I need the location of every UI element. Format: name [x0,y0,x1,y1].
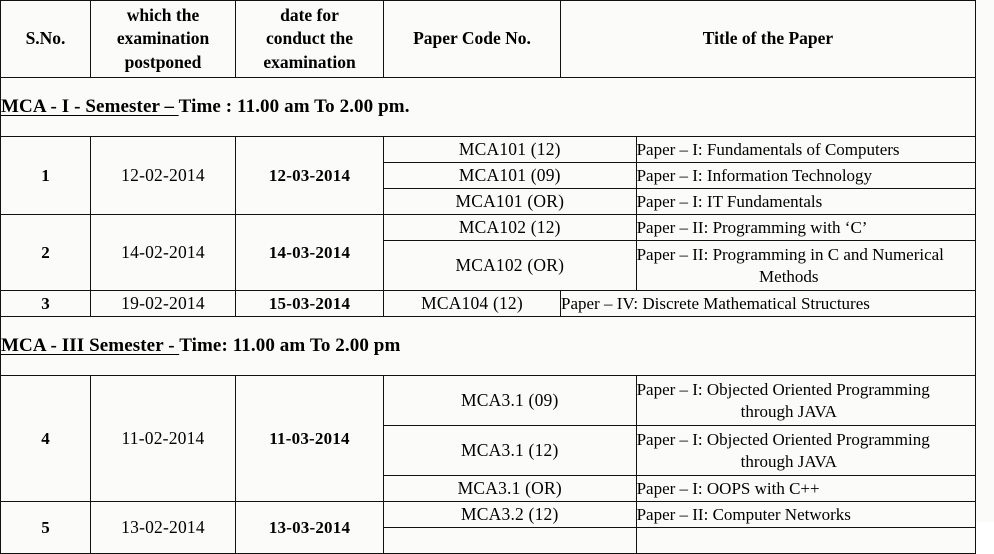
papers-subtable: MCA3.2 (12) Paper – II: Computer Network… [384,502,975,553]
table-header-row: S.No. which the examination postponed da… [0,0,976,78]
row-sno: 5 [0,501,91,554]
row-postponed-date: 19-02-2014 [90,290,236,317]
paper-subrow: MCA3.1 (12) Paper – I: Objected Oriented… [384,425,975,476]
row-papers: MCA3.2 (12) Paper – II: Computer Network… [383,501,976,554]
paper-title: Paper – II: Computer Networks [636,502,975,528]
row-papers: MCA101 (12) Paper – I: Fundamentals of C… [383,136,976,215]
row-papers: MCA3.1 (09) Paper – I: Objected Oriented… [383,375,976,502]
paper-title: Paper – I: Objected Oriented Programming… [636,376,975,426]
header-paper-title: Title of the Paper [560,0,976,78]
paper-code: MCA3.1 (12) [384,425,637,476]
paper-title: Paper – II: Programming with ‘C’ [636,215,975,241]
header-paper-code: Paper Code No. [383,0,561,78]
paper-code: MCA3.1 (OR) [384,475,637,501]
paper-title: Paper – I: Fundamentals of Computers [636,137,975,163]
paper-subrow: MCA3.1 (09) Paper – I: Objected Oriented… [384,376,975,426]
paper-code: MCA3.1 (09) [384,376,637,426]
header-new-date: date for conduct the examination [235,0,384,78]
paper-title [636,527,975,553]
paper-title: Paper – I: IT Fundamentals [636,188,975,214]
paper-title-line2: through JAVA [740,451,837,471]
section-banner-cell: MCA - III Semester - Time: 11.00 am To 2… [0,316,976,376]
paper-title: Paper – II: Programming in C and Numeric… [636,240,975,290]
paper-title-line2: through JAVA [740,401,837,421]
paper-code: MCA104 (12) [383,290,561,317]
section-title: MCA - III Semester - Time: 11.00 am To 2… [1,335,400,356]
row-new-date: 12-03-2014 [235,136,384,215]
paper-subrow: MCA102 (12) Paper – II: Programming with… [384,215,975,241]
header-postponed-date: which the examination postponed [90,0,236,78]
row-new-date: 15-03-2014 [235,290,384,317]
table-row: 3 19-02-2014 15-03-2014 MCA104 (12) Pape… [0,290,976,317]
paper-subrow: MCA101 (OR) Paper – I: IT Fundamentals [384,188,975,214]
paper-title: Paper – I: Objected Oriented Programming… [636,425,975,476]
paper-title-line1: Paper – II: Programming in C and Numeric… [636,244,944,264]
table-row: 2 14-02-2014 14-03-2014 MCA102 (12) Pape… [0,214,976,291]
paper-code: MCA3.2 (12) [384,502,637,528]
paper-code: MCA102 (OR) [384,240,637,290]
paper-code: MCA101 (12) [384,137,637,163]
paper-code: MCA101 (OR) [384,188,637,214]
row-sno: 2 [0,214,91,291]
row-new-date: 13-03-2014 [235,501,384,554]
section-title-plain: Time: 11.00 am To 2.00 pm [179,335,401,356]
paper-subrow: MCA3.2 (12) Paper – II: Computer Network… [384,502,975,528]
paper-code: MCA102 (12) [384,215,637,241]
row-sno: 1 [0,136,91,215]
paper-code: MCA101 (09) [384,162,637,189]
section-banner-cell: MCA - I - Semester – Time : 11.00 am To … [0,77,976,137]
paper-subrow: MCA101 (12) Paper – I: Fundamentals of C… [384,137,975,163]
row-sno: 3 [0,290,91,317]
paper-subrow: MCA3.1 (OR) Paper – I: OOPS with C++ [384,475,975,501]
section-banner-mca-iii: MCA - III Semester - Time: 11.00 am To 2… [0,316,976,376]
section-title-underlined: MCA - I - Semester – [1,96,179,117]
row-postponed-date: 12-02-2014 [90,136,236,215]
header-sno: S.No. [0,0,91,78]
row-sno: 4 [0,375,91,502]
row-new-date: 11-03-2014 [235,375,384,502]
section-title-plain: Time : 11.00 am To 2.00 pm. [178,96,410,117]
table-row: 4 11-02-2014 11-03-2014 MCA3.1 (09) Pape… [0,375,976,502]
paper-title: Paper – I: Information Technology [636,162,975,189]
paper-title: Paper – IV: Discrete Mathematical Struct… [560,290,976,317]
row-papers: MCA102 (12) Paper – II: Programming with… [383,214,976,291]
paper-subrow [384,527,975,553]
papers-subtable: MCA102 (12) Paper – II: Programming with… [384,215,975,290]
row-new-date: 14-03-2014 [235,214,384,291]
table-row: 1 12-02-2014 12-03-2014 MCA101 (12) Pape… [0,136,976,215]
paper-title-line2: Methods [759,266,819,286]
section-banner-mca-i: MCA - I - Semester – Time : 11.00 am To … [0,77,976,137]
papers-subtable: MCA3.1 (09) Paper – I: Objected Oriented… [384,376,975,501]
paper-subrow: MCA102 (OR) Paper – II: Programming in C… [384,240,975,290]
paper-subrow: MCA101 (09) Paper – I: Information Techn… [384,162,975,189]
section-title: MCA - I - Semester – Time : 11.00 am To … [1,96,410,117]
section-title-underlined: MCA - III Semester - [1,335,180,356]
paper-code [384,527,637,553]
row-postponed-date: 14-02-2014 [90,214,236,291]
table-row: 5 13-02-2014 13-03-2014 MCA3.2 (12) Pape… [0,501,976,554]
paper-title-line1: Paper – I: Objected Oriented Programming [636,379,930,399]
examination-timetable: S.No. which the examination postponed da… [0,0,976,554]
row-postponed-date: 11-02-2014 [90,375,236,502]
timetable-sheet: S.No. which the examination postponed da… [0,0,994,554]
paper-title-line1: Paper – I: Objected Oriented Programming [636,429,930,449]
row-postponed-date: 13-02-2014 [90,501,236,554]
paper-title: Paper – I: OOPS with C++ [636,475,975,501]
papers-subtable: MCA101 (12) Paper – I: Fundamentals of C… [384,137,975,214]
